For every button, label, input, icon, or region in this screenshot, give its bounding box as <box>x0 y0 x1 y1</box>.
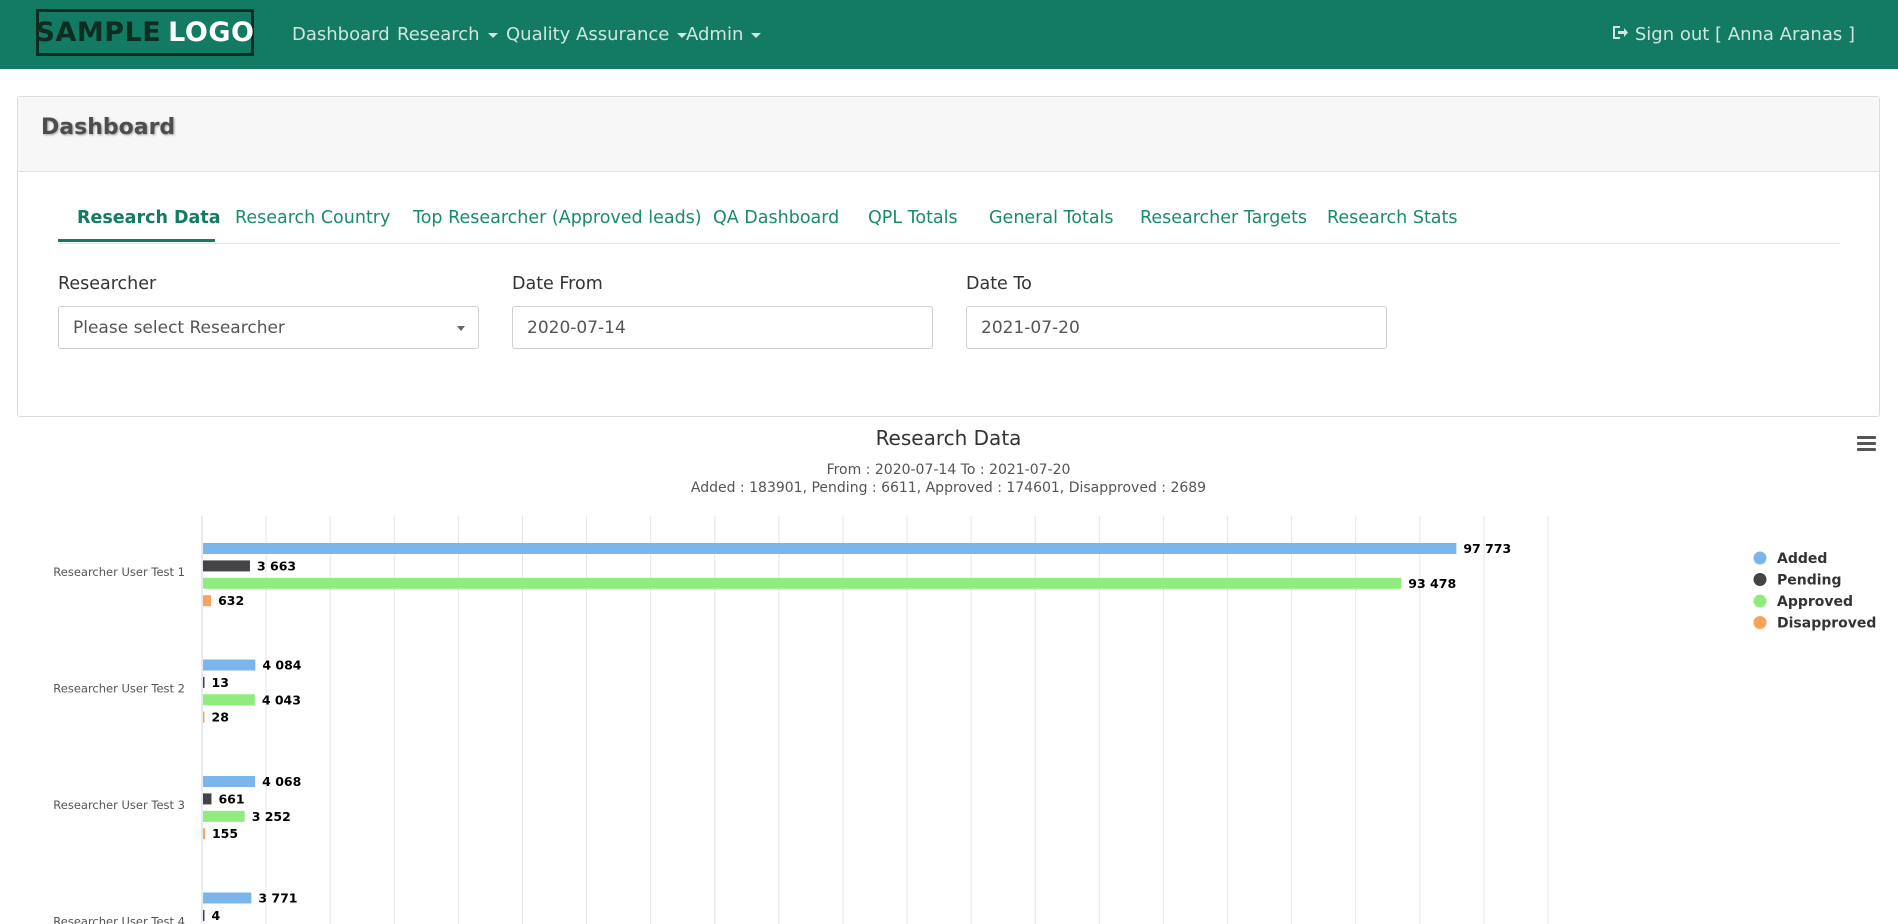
researcher-select-placeholder: Please select Researcher <box>73 318 285 338</box>
bar-pending[interactable] <box>203 909 205 921</box>
tab-general-totals[interactable]: General Totals <box>989 208 1114 228</box>
legend-item[interactable]: Disapproved <box>1777 616 1876 632</box>
bar-data-label: 4 084 <box>262 658 301 673</box>
page-title: Dashboard <box>41 115 176 140</box>
chevron-down-icon <box>751 32 762 38</box>
bar-data-label: 155 <box>212 826 238 841</box>
dashboard-tabs: Research Data Research Country Top Resea… <box>58 190 1840 244</box>
nav-quality-assurance-label: Quality Assurance <box>506 24 670 45</box>
logo-text-sample: SAMPLE <box>35 17 162 48</box>
bar-added[interactable] <box>203 543 1457 554</box>
bar-added[interactable] <box>203 659 256 671</box>
legend-marker[interactable] <box>1753 594 1767 608</box>
chevron-down-icon <box>487 32 498 38</box>
bar-approved[interactable] <box>203 577 1402 589</box>
tab-qpl-totals[interactable]: QPL Totals <box>868 208 958 228</box>
bar-data-label: 28 <box>212 710 229 725</box>
sign-out-icon <box>1612 24 1629 45</box>
legend-item[interactable]: Pending <box>1777 573 1842 589</box>
category-label: Researcher User Test 2 <box>53 682 185 696</box>
sample-logo[interactable]: SAMPLE LOGO <box>36 9 254 56</box>
tab-qa-dashboard[interactable]: QA Dashboard <box>713 208 839 228</box>
active-tab-indicator <box>58 239 215 242</box>
nav-research-label: Research <box>397 24 480 45</box>
legend-marker[interactable] <box>1753 551 1767 565</box>
tab-research-data[interactable]: Research Data <box>77 208 221 228</box>
bar-data-label: 3 252 <box>252 809 291 824</box>
nav-research-dropdown[interactable]: Research <box>397 24 498 45</box>
date-to-input[interactable]: 2021-07-20 <box>966 306 1387 349</box>
bar-data-label: 661 <box>218 791 244 806</box>
bar-added[interactable] <box>203 776 256 787</box>
date-from-value: 2020-07-14 <box>527 318 626 338</box>
category-label: Researcher User Test 4 <box>53 915 185 924</box>
legend-item[interactable]: Added <box>1777 551 1827 567</box>
bar-data-label: 97 773 <box>1463 541 1511 556</box>
tab-research-stats[interactable]: Research Stats <box>1327 208 1458 228</box>
bar-data-label: 93 478 <box>1408 576 1456 591</box>
research-data-chart: Research Data From : 2020-07-14 To : 202… <box>17 418 1880 924</box>
nav-quality-assurance-dropdown[interactable]: Quality Assurance <box>506 24 688 45</box>
card-header: Dashboard <box>18 97 1879 172</box>
chevron-down-icon <box>457 326 465 331</box>
date-from-input[interactable]: 2020-07-14 <box>512 306 933 349</box>
chart-plot-area: Researcher User Test 1 97 773 3 663 93 478 6… <box>53 516 1876 924</box>
bar-data-label: 13 <box>212 675 229 690</box>
researcher-select[interactable]: Please select Researcher <box>58 306 479 349</box>
sign-out-label: Sign out [ Anna Aranas ] <box>1634 24 1855 45</box>
legend-item[interactable]: Approved <box>1777 594 1853 610</box>
bar-data-label: 4 043 <box>262 692 301 707</box>
bar-disapproved[interactable] <box>203 828 205 840</box>
date-to-label: Date To <box>966 274 1032 294</box>
bar-pending[interactable] <box>203 560 250 572</box>
bar-approved[interactable] <box>203 694 255 706</box>
bar-pending[interactable] <box>203 793 212 805</box>
legend-marker[interactable] <box>1753 573 1767 586</box>
nav-admin-dropdown[interactable]: Admin <box>686 24 762 45</box>
researcher-label: Researcher <box>58 274 157 294</box>
sign-out-link[interactable]: Sign out [ Anna Aranas ] <box>1612 24 1855 45</box>
nav-dashboard[interactable]: Dashboard <box>292 24 390 45</box>
tab-top-researcher[interactable]: Top Researcher (Approved leads) <box>413 208 702 228</box>
bar-pending[interactable] <box>203 676 205 688</box>
date-from-label: Date From <box>512 274 603 294</box>
legend-marker[interactable] <box>1753 616 1767 629</box>
top-navbar: SAMPLE LOGO Dashboard Research Quality A… <box>0 0 1898 69</box>
date-to-value: 2021-07-20 <box>981 318 1080 338</box>
category-label: Researcher User Test 1 <box>53 565 185 579</box>
bar-disapproved[interactable] <box>203 595 212 607</box>
nav-admin-label: Admin <box>686 24 744 45</box>
bar-disapproved[interactable] <box>203 711 205 723</box>
bar-data-label: 4 068 <box>262 774 301 789</box>
dashboard-card: Dashboard <box>17 96 1880 417</box>
nav-dashboard-label: Dashboard <box>292 24 390 45</box>
bar-data-label: 632 <box>218 593 244 608</box>
tab-researcher-targets[interactable]: Researcher Targets <box>1140 208 1307 228</box>
bar-added[interactable] <box>203 892 252 904</box>
tab-research-country[interactable]: Research Country <box>235 208 390 228</box>
category-label: Researcher User Test 3 <box>53 798 185 812</box>
bar-data-label: 3 663 <box>257 558 296 573</box>
bar-data-label: 3 771 <box>258 891 297 906</box>
bar-data-label: 4 <box>212 908 221 923</box>
logo-text-logo: LOGO <box>168 17 255 48</box>
bar-approved[interactable] <box>203 810 245 822</box>
